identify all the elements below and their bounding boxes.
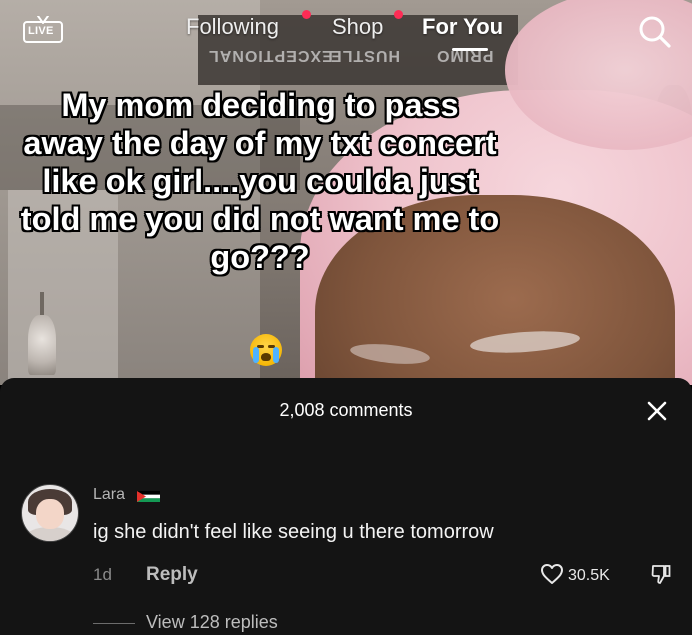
active-tab-indicator [452, 48, 488, 51]
video-caption: My mom deciding to pass away the day of … [20, 87, 500, 275]
replies-divider [93, 623, 135, 624]
like-count: 30.5K [568, 567, 610, 584]
tab-shop[interactable]: Shop [332, 14, 383, 40]
notification-dot-shop [394, 10, 403, 19]
comment-author[interactable]: Lara [93, 486, 125, 504]
crying-face-emoji [250, 334, 282, 366]
reply-button[interactable]: Reply [146, 564, 198, 586]
comment-text: ig she didn't feel like seeing u there t… [93, 521, 494, 543]
dislike-icon[interactable] [650, 563, 672, 585]
watermark-text-2: HUSTLE [330, 47, 400, 64]
lamp [28, 315, 56, 375]
heart-icon[interactable] [540, 563, 564, 585]
comments-sheet: 2,008 comments Lara ig she didn't feel l… [0, 378, 692, 635]
view-replies-button[interactable]: View 128 replies [146, 612, 278, 633]
watermark-text-1: EXCEPTIONAL [208, 47, 333, 64]
search-icon[interactable] [637, 14, 673, 50]
tab-for-you[interactable]: For You [422, 14, 503, 40]
comment-age: 1d [93, 565, 112, 584]
live-label: LIVE [28, 25, 54, 37]
notification-dot-following [302, 10, 311, 19]
close-icon[interactable] [646, 400, 668, 422]
palestine-flag-icon [137, 491, 160, 502]
avatar[interactable] [21, 484, 79, 542]
comment-count: 2,008 comments [279, 400, 413, 420]
tab-following[interactable]: Following [186, 14, 279, 40]
live-button[interactable]: LIVE [23, 16, 65, 43]
